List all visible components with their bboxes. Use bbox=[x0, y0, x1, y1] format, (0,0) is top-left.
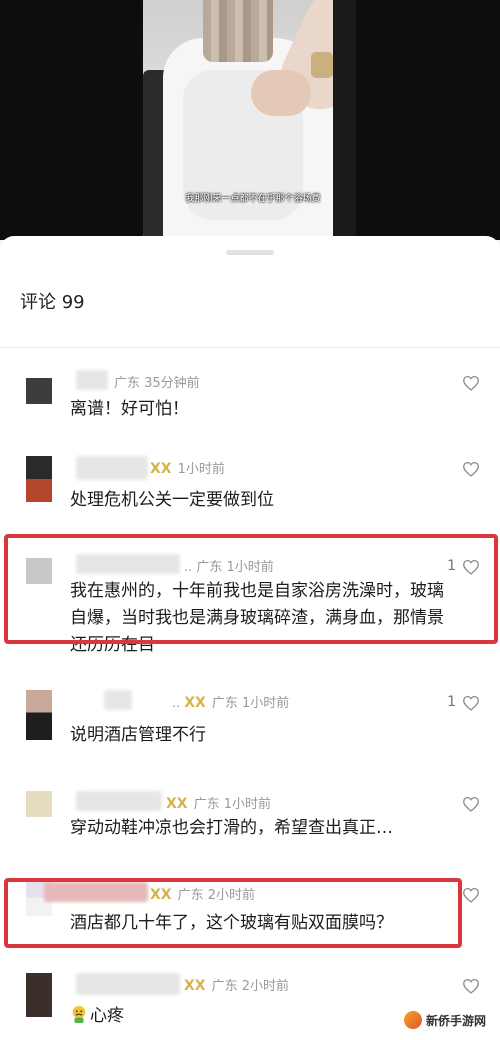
comment-meta: ⅩⅩ 广东 2小时前 bbox=[150, 887, 255, 903]
heart-icon bbox=[463, 887, 479, 903]
like-button[interactable] bbox=[444, 460, 480, 478]
blurred-username[interactable] bbox=[76, 554, 180, 574]
sheet-drag-handle[interactable] bbox=[226, 250, 274, 255]
fan-badge-icon: ⅩⅩ bbox=[150, 461, 172, 477]
heart-icon bbox=[463, 375, 479, 391]
comment-text-value: 心疼 bbox=[90, 1006, 124, 1026]
heart-icon bbox=[463, 695, 479, 711]
comment-meta: ⅩⅩ 广东 2小时前 bbox=[184, 978, 289, 994]
avatar[interactable] bbox=[26, 456, 52, 502]
blurred-username[interactable] bbox=[76, 791, 162, 811]
comment-text: 离谱！好可怕！ bbox=[70, 399, 189, 419]
comment-meta: 广东 35分钟前 bbox=[114, 376, 200, 391]
like-button[interactable] bbox=[444, 886, 480, 904]
avatar[interactable] bbox=[26, 973, 52, 1017]
heart-icon bbox=[463, 796, 479, 812]
comment-text-line: 还历历在目 bbox=[70, 635, 155, 655]
comment-text: 心疼 bbox=[70, 1003, 124, 1030]
video-caption: 我那刚来一点都不在乎那个浴场费 bbox=[185, 194, 321, 204]
video-dark-edge bbox=[333, 0, 356, 240]
like-button[interactable] bbox=[444, 795, 480, 813]
comment-text: 说明酒店管理不行 bbox=[70, 725, 206, 745]
blurred-username[interactable] bbox=[76, 370, 108, 390]
comment-text: 酒店都几十年了，这个玻璃有贴双面膜吗？ bbox=[70, 913, 393, 933]
avatar[interactable] bbox=[26, 791, 52, 817]
watermark-logo-icon bbox=[403, 1011, 422, 1029]
heart-icon bbox=[463, 978, 479, 994]
header-divider bbox=[0, 347, 500, 348]
site-watermark: 新侨手游网 bbox=[399, 1008, 494, 1032]
video-blurred-face bbox=[203, 0, 273, 62]
avatar[interactable] bbox=[26, 690, 52, 740]
fan-badge-icon: ⅩⅩ bbox=[166, 796, 188, 812]
like-button[interactable] bbox=[444, 977, 480, 995]
video-frame: 我那刚来一点都不在乎那个浴场费 bbox=[143, 0, 356, 240]
comment-text: 我在惠州的，十年前我也是自家浴房洗澡时，玻璃 自爆，当时我也是满身玻璃碎渣，满身… bbox=[70, 578, 444, 659]
fan-badge-icon: ⅩⅩ bbox=[184, 978, 206, 994]
sad-face-emoji-icon bbox=[72, 1005, 86, 1023]
watermark-text: 新侨手游网 bbox=[425, 1013, 486, 1028]
comment-meta: .. 广东 1小时前 bbox=[184, 560, 274, 575]
like-count: 1 bbox=[447, 694, 456, 710]
video-watch bbox=[311, 52, 333, 78]
avatar[interactable] bbox=[26, 558, 52, 584]
comments-sheet: 评论 99 广东 35分钟前 离谱！好可怕！ ⅩⅩ 1小时前 处理危机公关一定要做… bbox=[0, 236, 500, 1040]
blurred-username[interactable] bbox=[44, 882, 148, 902]
fan-badge-icon: ⅩⅩ bbox=[184, 695, 206, 711]
like-button[interactable]: 1 bbox=[444, 558, 480, 576]
like-button[interactable]: 1 bbox=[444, 694, 480, 712]
blurred-username[interactable] bbox=[76, 973, 180, 995]
heart-icon bbox=[463, 559, 479, 575]
comment-text-line: 自爆，当时我也是满身玻璃碎渣，满身血，那情景 bbox=[70, 608, 444, 628]
comment-text: 穿动动鞋冲凉也会打滑的，希望查出真正… bbox=[70, 818, 393, 838]
comment-meta: ⅩⅩ 广东 1小时前 bbox=[166, 796, 271, 812]
blurred-username[interactable] bbox=[104, 690, 132, 710]
heart-icon bbox=[463, 461, 479, 477]
comment-meta: ⅩⅩ 1小时前 bbox=[150, 461, 225, 477]
comment-text: 处理危机公关一定要做到位 bbox=[70, 490, 274, 510]
video-hand bbox=[251, 70, 311, 116]
like-count: 1 bbox=[447, 558, 456, 574]
video-player[interactable]: 我那刚来一点都不在乎那个浴场费 bbox=[0, 0, 500, 240]
like-button[interactable] bbox=[444, 374, 480, 392]
avatar[interactable] bbox=[26, 378, 52, 404]
comments-title: 评论 99 bbox=[20, 292, 85, 313]
comment-text-line: 我在惠州的，十年前我也是自家浴房洗澡时，玻璃 bbox=[70, 581, 444, 601]
comment-meta: .. ⅩⅩ 广东 1小时前 bbox=[172, 695, 290, 711]
fan-badge-icon: ⅩⅩ bbox=[150, 887, 172, 903]
blurred-username[interactable] bbox=[76, 456, 148, 480]
